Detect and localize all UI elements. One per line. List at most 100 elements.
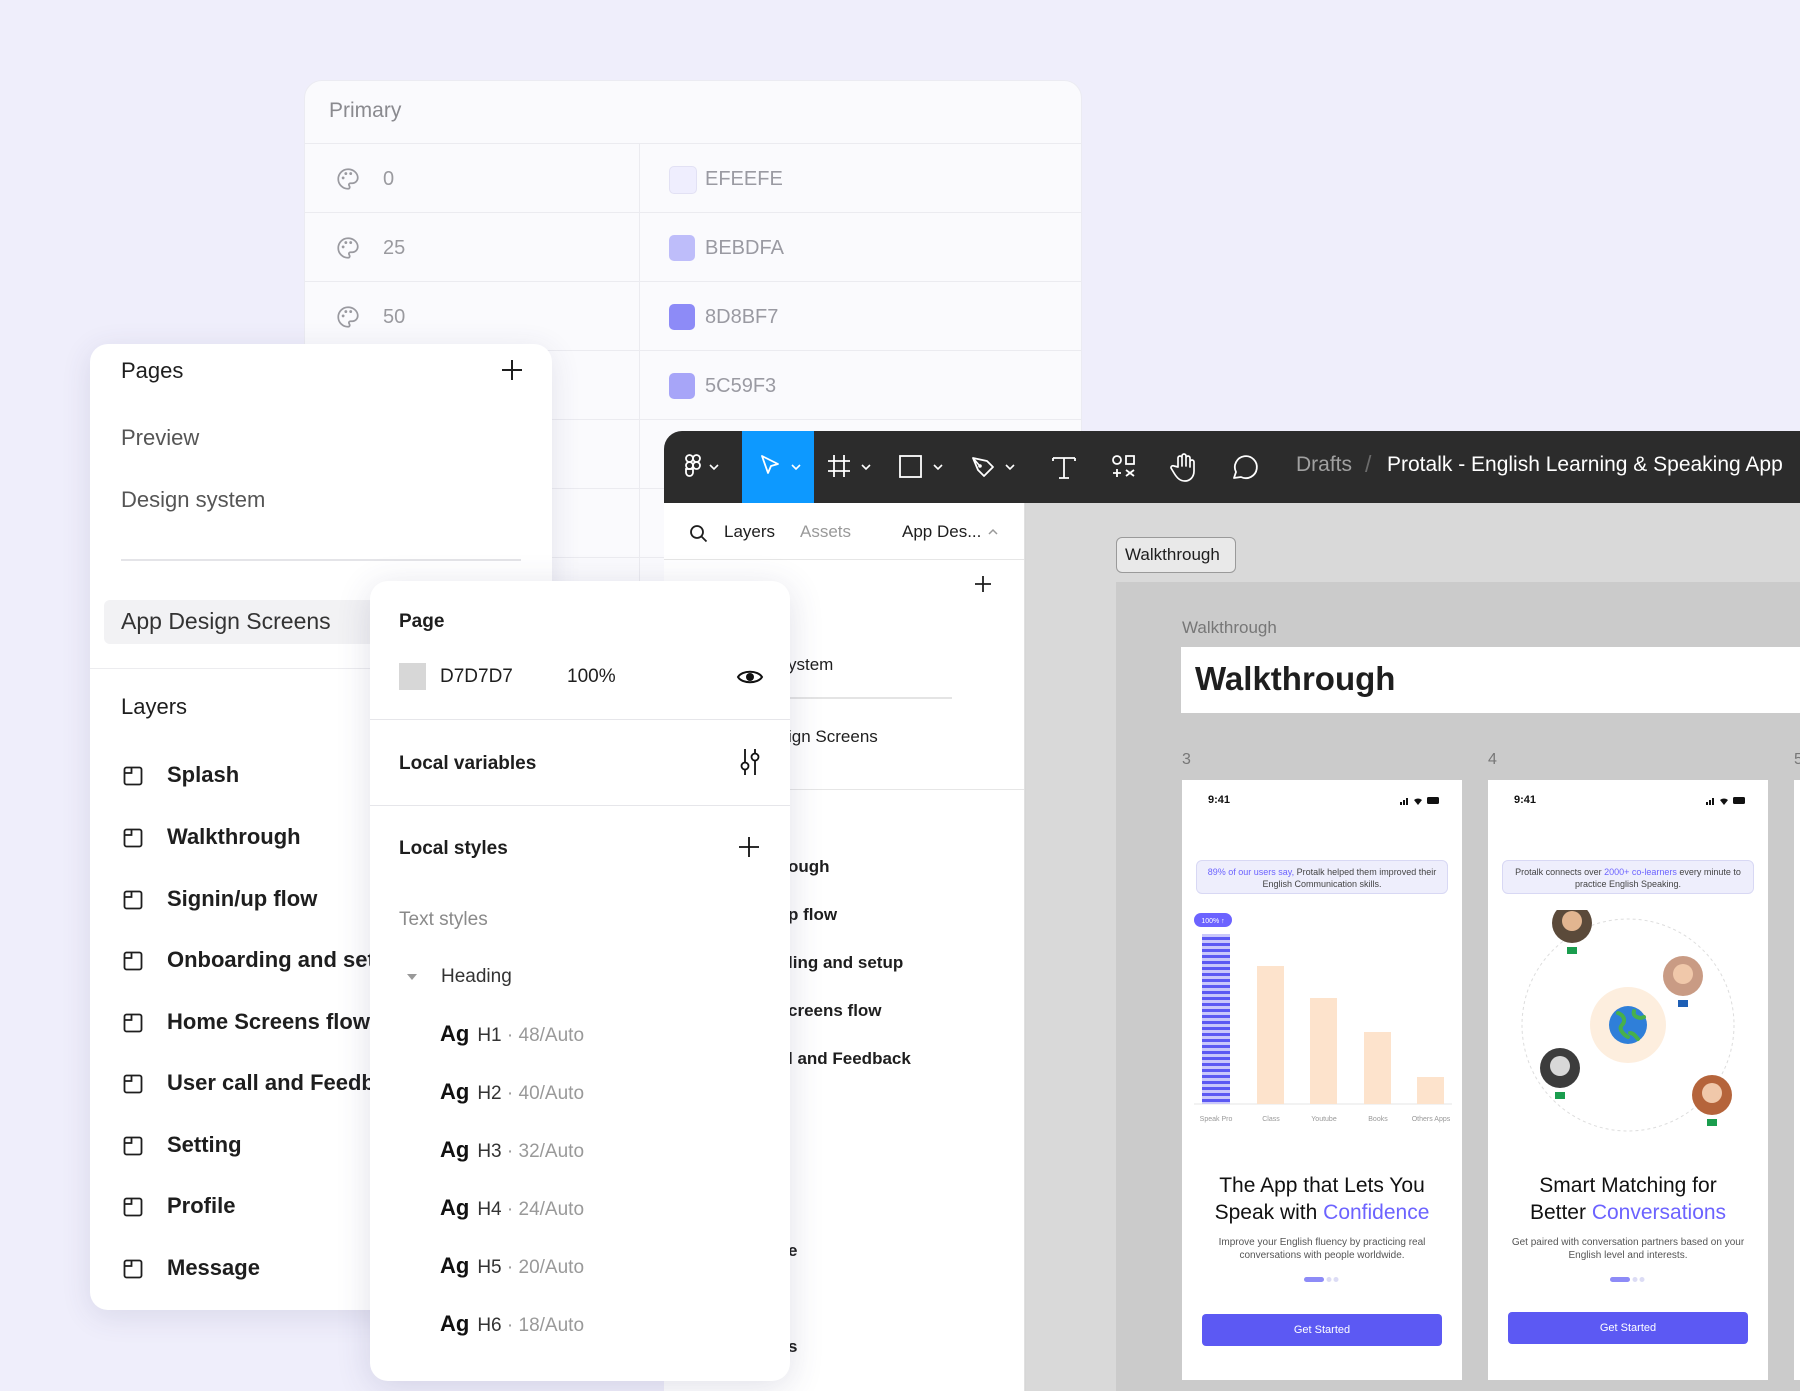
pen-tool-button[interactable]: [958, 431, 1030, 503]
plus-icon[interactable]: [736, 834, 762, 860]
pagination-dots: [1304, 1277, 1339, 1282]
palette-icon: [337, 237, 359, 259]
side-layer-item[interactable]: l and Feedback: [788, 1049, 911, 1069]
color-swatch: [669, 373, 695, 399]
phone-frame-walkthrough-2[interactable]: 9:41 Protalk connects over 2000+ co-lear…: [1488, 780, 1768, 1380]
title-highlight: Confidence: [1323, 1201, 1430, 1224]
page-section-title: Page: [399, 611, 445, 632]
eye-icon[interactable]: [736, 666, 764, 688]
onboarding-title: The App that Lets You Speak with Confide…: [1182, 1172, 1462, 1226]
status-time: 9:41: [1208, 794, 1231, 806]
tab-assets[interactable]: Assets: [800, 522, 851, 542]
section-chip[interactable]: Walkthrough: [1116, 537, 1236, 573]
heading-group-label[interactable]: Heading: [441, 966, 512, 988]
text-style-row[interactable]: Ag H2 · 40/Auto: [440, 1079, 584, 1109]
breadcrumb-drafts[interactable]: Drafts: [1296, 453, 1352, 477]
search-icon[interactable]: [689, 524, 709, 544]
text-style-row[interactable]: Ag H1 · 48/Auto: [440, 1021, 584, 1051]
side-layer-item[interactable]: ling and setup: [788, 953, 903, 973]
page-switcher[interactable]: App Des...: [902, 522, 1000, 542]
shape-tool-button[interactable]: [886, 431, 958, 503]
plus-icon[interactable]: [972, 573, 994, 595]
layer-label: Home Screens flow: [167, 1009, 370, 1034]
comparison-bar-chart: 100% ↑ Speak Pro Class Youtube Books Oth…: [1194, 913, 1452, 1123]
variables-sliders-icon[interactable]: [737, 747, 763, 777]
color-hex: BEBDFA: [705, 237, 784, 259]
frame-icon: [123, 828, 143, 848]
text-style-preview: Ag: [440, 1137, 470, 1162]
breadcrumb-separator: /: [1365, 451, 1372, 477]
color-row[interactable]: 25 BEBDFA: [305, 212, 1081, 282]
resources-tool-button[interactable]: [1094, 431, 1152, 503]
main-menu-button[interactable]: [664, 431, 742, 503]
text-style-name: H6: [477, 1315, 502, 1336]
text-style-meta: · 40/Auto: [501, 1083, 585, 1104]
bar-class: [1257, 966, 1284, 1104]
text-style-preview: Ag: [440, 1021, 470, 1046]
text-style-row[interactable]: Ag H3 · 32/Auto: [440, 1137, 584, 1167]
toolbar: Drafts / Protalk - English Learning & Sp…: [664, 431, 1800, 503]
bar-label: Speak Pro: [1200, 1116, 1233, 1123]
hand-tool-button[interactable]: [1154, 431, 1212, 503]
frame-icon: [123, 1074, 143, 1094]
color-swatch: [669, 304, 695, 330]
color-row[interactable]: 50 8D8BF7: [305, 281, 1081, 351]
bar-books: [1364, 1032, 1391, 1104]
matching-globe-illustration: [1521, 910, 1735, 1132]
side-layer-item[interactable]: ough: [788, 857, 830, 877]
frame-icon: [123, 766, 143, 786]
status-time: 9:41: [1514, 794, 1537, 806]
frame-tool-button[interactable]: [814, 431, 886, 503]
onboarding-subtitle: Improve your English fluency by practici…: [1218, 1237, 1426, 1261]
get-started-button[interactable]: Get Started: [1508, 1312, 1748, 1344]
side-layer-item[interactable]: creens flow: [788, 1001, 882, 1021]
hand-icon: [1170, 453, 1195, 482]
pages-title: Pages: [121, 358, 184, 383]
text-style-name: H1: [477, 1025, 502, 1046]
page-color-opacity[interactable]: 100%: [567, 666, 616, 688]
text-tool-button[interactable]: [1034, 431, 1090, 503]
page-item-design-system[interactable]: Design system: [121, 487, 265, 513]
side-page-item[interactable]: ystem: [788, 655, 833, 675]
side-layer-item[interactable]: p flow: [788, 905, 837, 925]
comment-bubble-icon: [1233, 455, 1258, 480]
tab-layers[interactable]: Layers: [724, 522, 775, 542]
layer-label: Onboarding and set: [167, 947, 375, 972]
frame-number: 5: [1794, 751, 1800, 768]
color-row[interactable]: 0 EFEEFE: [305, 143, 1081, 213]
text-style-row[interactable]: Ag H6 · 18/Auto: [440, 1311, 584, 1341]
layer-label: Message: [167, 1255, 260, 1280]
section-header-frame[interactable]: Walkthrough: [1181, 647, 1800, 713]
page-item-preview[interactable]: Preview: [121, 425, 199, 451]
text-style-preview: Ag: [440, 1195, 470, 1220]
add-page-button[interactable]: [496, 354, 528, 386]
text-style-name: H5: [477, 1257, 502, 1278]
page-color-swatch[interactable]: [399, 663, 426, 690]
move-tool-button[interactable]: [742, 431, 814, 503]
text-style-name: H2: [477, 1083, 502, 1104]
color-hex: EFEEFE: [705, 168, 783, 190]
comment-tool-button[interactable]: [1214, 431, 1272, 503]
pages-divider: [121, 559, 521, 561]
breadcrumb-file-name[interactable]: Protalk - English Learning & Speaking Ap…: [1387, 453, 1783, 477]
text-style-meta: · 48/Auto: [501, 1025, 585, 1046]
title-line: The App that Lets You: [1219, 1174, 1425, 1197]
text-style-row[interactable]: Ag H5 · 20/Auto: [440, 1253, 584, 1283]
canvas[interactable]: Walkthrough Walkthrough Walkthrough 3 4 …: [1026, 503, 1800, 1391]
local-variables-label[interactable]: Local variables: [399, 753, 536, 775]
get-started-button[interactable]: Get Started: [1202, 1314, 1442, 1346]
figma-editor-window: Drafts / Protalk - English Learning & Sp…: [664, 431, 1800, 1391]
phone-frame-walkthrough-3[interactable]: [1794, 780, 1800, 1380]
text-style-row[interactable]: Ag H4 · 24/Auto: [440, 1195, 584, 1225]
pen-icon: [972, 457, 1015, 477]
bar-others-apps: [1417, 1077, 1444, 1104]
walkthrough-section[interactable]: Walkthrough Walkthrough 3 4 5 9:41 89% o…: [1116, 582, 1800, 1391]
frame-icon: [123, 1013, 143, 1033]
text-style-preview: Ag: [440, 1253, 470, 1278]
status-bar-icons: [1400, 797, 1439, 805]
text-style-meta: · 24/Auto: [501, 1199, 585, 1220]
side-page-item[interactable]: ign Screens: [788, 727, 878, 747]
caret-down-icon[interactable]: [406, 972, 418, 982]
phone-frame-walkthrough-1[interactable]: 9:41 89% of our users say, Protalk helpe…: [1182, 780, 1462, 1380]
page-color-hex[interactable]: D7D7D7: [440, 666, 513, 688]
